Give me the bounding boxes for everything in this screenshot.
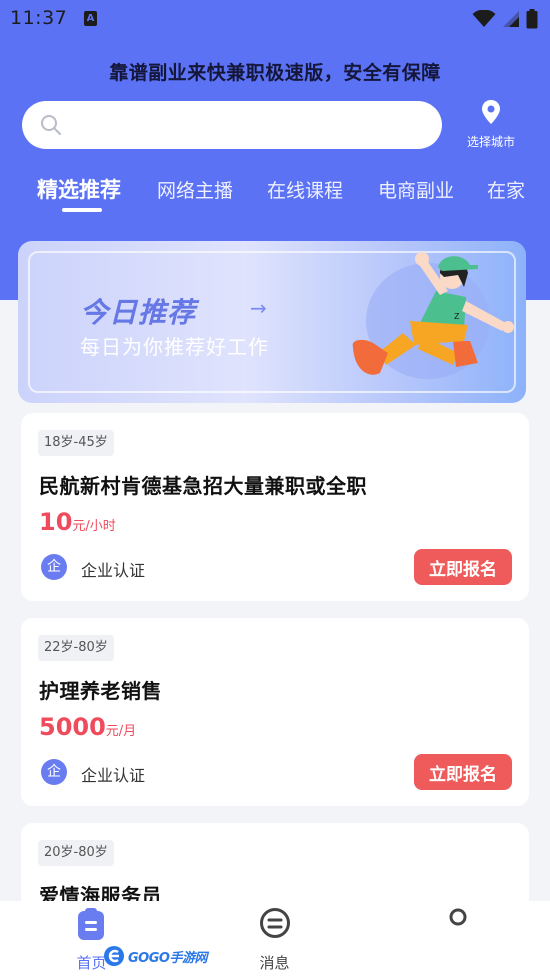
- category-tabs: 精选推荐 网络主播 在线课程 电商副业 在家: [0, 172, 550, 217]
- search-icon: [41, 115, 61, 135]
- job-title: 民航新村肯德基急招大量兼职或全职: [39, 474, 367, 498]
- status-time: 11:37: [10, 7, 68, 29]
- daily-recommendation-banner[interactable]: 今日推荐 → 每日为你推荐好工作 Z: [18, 241, 526, 403]
- age-range-tag: 22岁-80岁: [38, 635, 114, 661]
- age-range-tag: 18岁-45岁: [38, 430, 114, 456]
- battery-icon: [526, 9, 538, 29]
- tab-work-from-home[interactable]: 在家: [487, 176, 525, 203]
- watermark-e-icon: [104, 946, 124, 966]
- banner-title: 今日推荐: [80, 296, 197, 329]
- tab-live-streaming[interactable]: 网络主播: [157, 176, 233, 203]
- enterprise-verified-label: 企业认证: [81, 561, 146, 580]
- tab-ecommerce[interactable]: 电商副业: [378, 176, 454, 203]
- cell-signal-icon: [503, 11, 519, 27]
- banner-subtitle: 每日为你推荐好工作: [80, 335, 269, 359]
- city-selector-button[interactable]: 选择城市: [459, 100, 523, 152]
- job-salary: 5000元/月: [39, 713, 136, 741]
- enterprise-verified-icon: 企: [41, 554, 67, 580]
- job-card[interactable]: 18岁-45岁 民航新村肯德基急招大量兼职或全职 10元/小时 企 企业认证 立…: [21, 413, 529, 601]
- search-input[interactable]: [74, 111, 424, 139]
- banner-arrow-icon: →: [250, 296, 267, 320]
- watermark-text: GOGO手游网: [128, 950, 207, 966]
- header-tagline: 靠谱副业来快兼职极速版，安全有保障: [109, 62, 441, 84]
- tab-online-courses[interactable]: 在线课程: [267, 176, 343, 203]
- enterprise-verified-icon: 企: [41, 759, 67, 785]
- watermark-logo: GOGO手游网: [103, 942, 207, 970]
- nav-profile[interactable]: [366, 901, 549, 977]
- status-indicators: [472, 8, 538, 30]
- status-bar: 11:37 A: [0, 0, 550, 38]
- job-title: 护理养老销售: [39, 679, 162, 703]
- apply-now-button[interactable]: 立即报名: [414, 754, 512, 790]
- city-selector-label: 选择城市: [466, 135, 515, 149]
- salary-unit: 元/月: [105, 724, 137, 739]
- salary-amount: 5000: [39, 713, 106, 741]
- location-pin-icon: [482, 100, 500, 124]
- salary-amount: 10: [39, 508, 73, 536]
- active-tab-indicator: [62, 208, 102, 212]
- apply-now-button[interactable]: 立即报名: [414, 549, 512, 585]
- home-doc-icon: [78, 908, 104, 940]
- nav-messages[interactable]: 消息: [183, 901, 366, 977]
- job-salary: 10元/小时: [39, 508, 116, 536]
- message-icon: [260, 908, 290, 938]
- salary-unit: 元/小时: [72, 519, 116, 534]
- search-bar[interactable]: [22, 101, 442, 149]
- svg-text:Z: Z: [454, 312, 460, 321]
- tab-featured[interactable]: 精选推荐: [37, 174, 121, 204]
- wifi-icon: [472, 10, 496, 27]
- age-range-tag: 20岁-80岁: [38, 840, 114, 866]
- job-card[interactable]: 22岁-80岁 护理养老销售 5000元/月 企 企业认证 立即报名: [21, 618, 529, 806]
- enterprise-verified-label: 企业认证: [81, 766, 146, 785]
- nav-messages-label: 消息: [259, 954, 290, 972]
- profile-icon: [449, 908, 467, 926]
- running-person-illustration: Z: [352, 252, 514, 379]
- notification-badge-icon: A: [84, 11, 97, 26]
- bottom-navigation: 首页 消息: [0, 901, 550, 977]
